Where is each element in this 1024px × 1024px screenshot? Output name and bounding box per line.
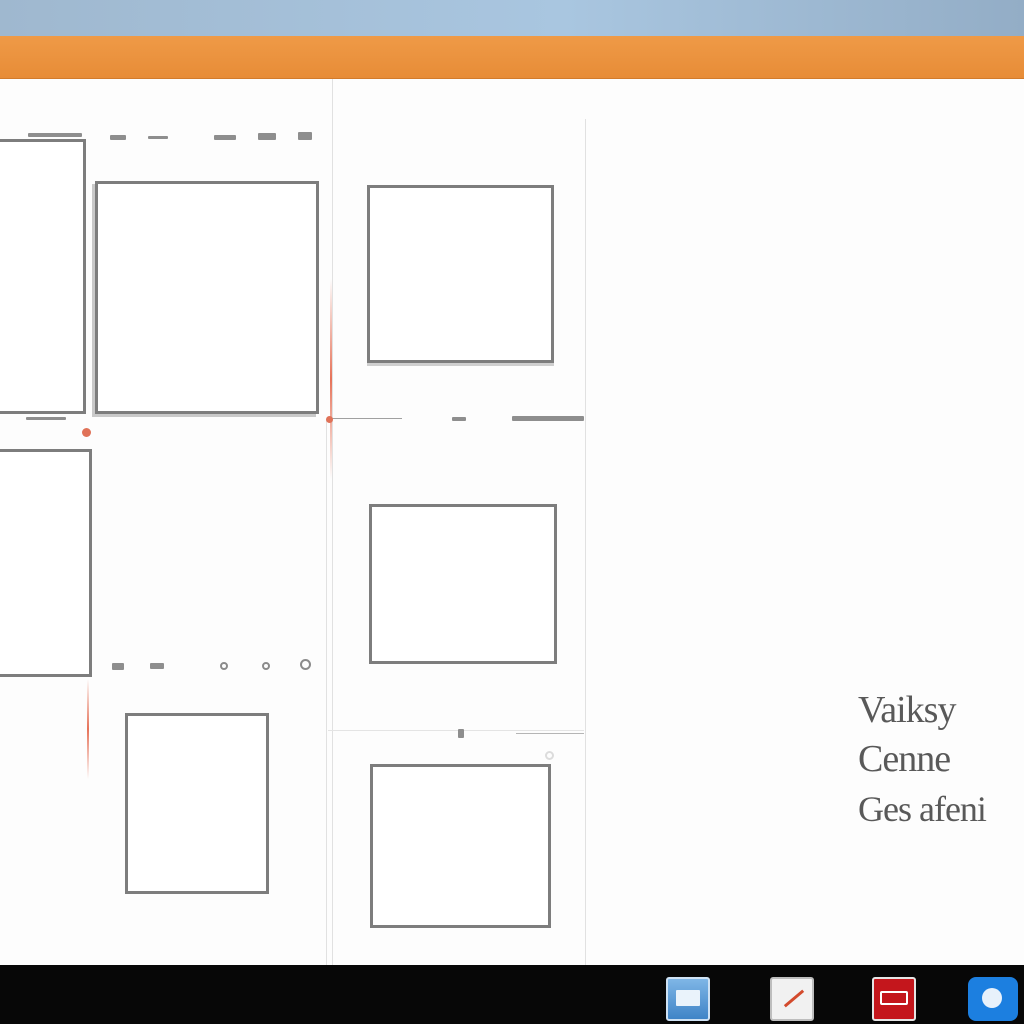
placeholder-frame-e[interactable] [369, 504, 557, 664]
red-app-icon[interactable] [872, 977, 916, 1021]
drawing-app-icon[interactable] [770, 977, 814, 1021]
frame-caption-mark [262, 662, 270, 670]
guide-handle[interactable] [326, 416, 333, 423]
frame-caption-mark [26, 417, 66, 420]
taskbar [0, 965, 1024, 1024]
row-divider [330, 418, 402, 419]
side-text-line-2: Cenne [858, 738, 951, 780]
circle-glyph-icon [982, 988, 1002, 1008]
placeholder-frame-a[interactable] [0, 139, 86, 414]
ribbon-toolbar[interactable] [0, 36, 1024, 79]
row-divider [516, 733, 584, 734]
pen-stroke-icon [783, 989, 805, 1008]
envelope-icon [676, 990, 700, 1006]
frame-caption-mark [452, 417, 466, 421]
side-text-line-3: Ges afeni [858, 789, 987, 829]
blue-circle-app-icon[interactable] [968, 977, 1018, 1021]
placeholder-frame-g[interactable] [370, 764, 551, 928]
frame-caption-mark [214, 135, 236, 140]
alignment-guide [330, 279, 332, 479]
row-divider [328, 730, 584, 731]
frame-caption-mark [300, 659, 311, 670]
placeholder-frame-f[interactable] [125, 713, 269, 894]
column-divider [326, 419, 327, 965]
frame-caption-mark [148, 136, 168, 139]
guide-handle[interactable] [82, 428, 91, 437]
frame-caption-mark [28, 133, 82, 137]
alignment-guide [87, 679, 89, 779]
frame-caption-mark [298, 132, 312, 140]
placeholder-frame-c[interactable] [367, 185, 554, 363]
placeholder-frame-b[interactable] [95, 181, 319, 414]
column-divider [585, 119, 586, 965]
frame-caption-mark [258, 133, 276, 140]
mail-icon[interactable] [666, 977, 710, 1021]
frame-caption-mark [545, 751, 554, 760]
frame-caption-mark [110, 135, 126, 140]
side-text-line-1: Vaiksy [858, 689, 956, 731]
column-divider [332, 79, 333, 965]
placeholder-frame-d[interactable] [0, 449, 92, 677]
window-title-bar[interactable] [0, 0, 1024, 36]
frame-caption-mark [112, 663, 124, 670]
frame-caption-mark [458, 729, 464, 738]
frame-caption-mark [512, 416, 584, 421]
frame-caption-mark [220, 662, 228, 670]
app-glyph-icon [880, 991, 908, 1005]
frame-caption-mark [150, 663, 164, 669]
layout-canvas[interactable]: Vaiksy Cenne Ges afeni [0, 79, 1024, 965]
desktop-screen: Vaiksy Cenne Ges afeni [0, 0, 1024, 1024]
